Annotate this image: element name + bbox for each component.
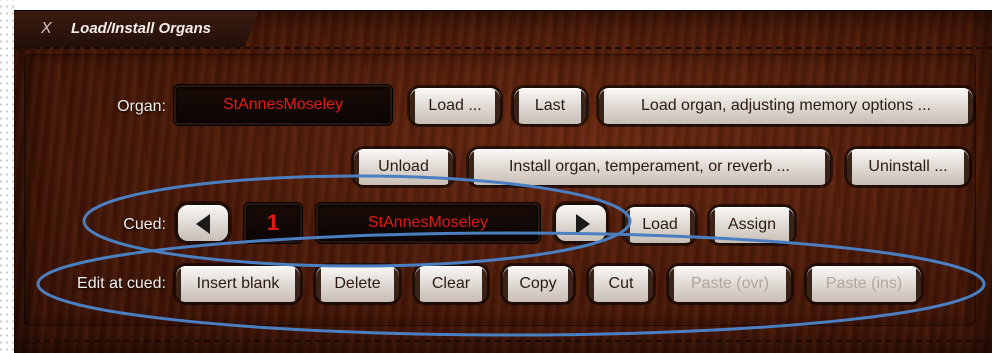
clear-button[interactable]: Clear (414, 265, 488, 303)
cued-organ-display: StAnnesMoseley (316, 203, 540, 243)
install-organ-button[interactable]: Install organ, temperament, or reverb ..… (468, 148, 831, 186)
bottom-divider (14, 340, 992, 342)
copy-button[interactable]: Copy (502, 265, 574, 303)
unload-button[interactable]: Unload (353, 148, 454, 186)
cued-label: Cued: (123, 216, 166, 233)
organ-label: Organ: (117, 98, 166, 115)
organ-name-display: StAnnesMoseley (174, 85, 392, 125)
title-tab: X Load/Install Organs (14, 11, 259, 47)
last-button[interactable]: Last (513, 87, 587, 125)
insert-blank-button[interactable]: Insert blank (175, 265, 301, 303)
load-cued-button[interactable]: Load (624, 206, 696, 244)
cue-number-display: 1 (244, 203, 302, 243)
paste-overwrite-button: Paste (ovr) (668, 265, 792, 303)
edit-at-cued-label: Edit at cued: (77, 275, 166, 292)
uninstall-button[interactable]: Uninstall ... (846, 148, 970, 186)
window-title: Load/Install Organs (71, 20, 212, 37)
load-organ-adjusting-memory-button[interactable]: Load organ, adjusting memory options ... (598, 87, 974, 125)
arrow-right-icon (576, 214, 590, 234)
delete-button[interactable]: Delete (315, 265, 400, 303)
next-cue-button[interactable] (554, 203, 608, 243)
assign-button[interactable]: Assign (709, 206, 795, 244)
close-icon[interactable]: X (41, 20, 52, 38)
window-edge-dots (0, 0, 14, 352)
arrow-left-icon (196, 214, 210, 234)
prev-cue-button[interactable] (176, 203, 230, 243)
load-button[interactable]: Load ... (409, 87, 501, 125)
paste-insert-button: Paste (ins) (806, 265, 922, 303)
load-install-organs-panel: X Load/Install Organs Organ: StAnnesMose… (14, 10, 992, 353)
cut-button[interactable]: Cut (588, 265, 654, 303)
title-bar: X Load/Install Organs (14, 11, 992, 49)
